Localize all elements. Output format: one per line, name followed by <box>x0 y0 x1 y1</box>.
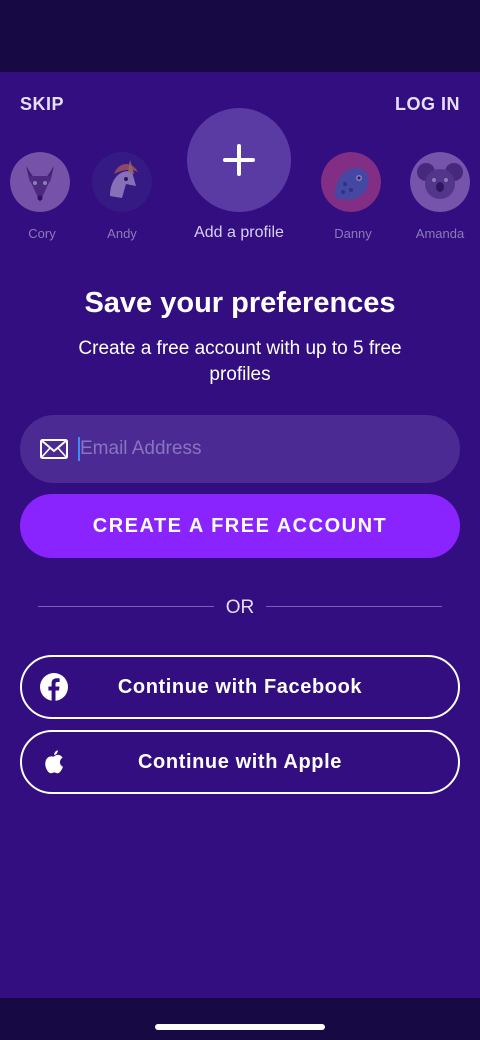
or-divider-label: OR <box>225 597 255 618</box>
facebook-login-button[interactable]: Continue with Facebook <box>20 655 460 719</box>
profile-name-andy: Andy <box>107 226 137 241</box>
apple-login-button[interactable]: Continue with Apple <box>20 730 460 794</box>
apple-login-label: Continue with Apple <box>138 751 342 773</box>
fox-avatar-icon <box>10 152 70 212</box>
facebook-login-label: Continue with Facebook <box>117 676 363 698</box>
mail-icon <box>40 439 68 459</box>
profile-avatar-andy[interactable] <box>92 152 152 212</box>
profile-name-amanda: Amanda <box>415 226 465 241</box>
add-profile-button[interactable] <box>187 108 291 212</box>
profile-name-cory: Cory <box>28 226 56 241</box>
page-subtitle: Create a free account with up to 5 free … <box>78 338 402 385</box>
status-bar <box>0 0 480 72</box>
koala-avatar-icon <box>410 152 470 212</box>
divider-left <box>38 606 214 607</box>
add-profile-label: Add a profile <box>194 224 284 241</box>
divider-right <box>266 606 442 607</box>
profile-name-danny: Danny <box>334 226 372 241</box>
home-bar-area <box>0 998 480 1040</box>
profile-avatar-danny[interactable] <box>321 152 381 212</box>
dinosaur-avatar-icon <box>321 152 381 212</box>
skip-button[interactable]: SKIP <box>20 94 64 115</box>
page-title: Save your preferences <box>84 287 396 319</box>
unicorn-avatar-icon <box>92 152 152 212</box>
profile-avatar-cory[interactable] <box>10 152 70 212</box>
email-input[interactable] <box>80 435 420 463</box>
create-account-button[interactable]: CREATE A FREE ACCOUNT <box>20 494 460 558</box>
login-button[interactable]: LOG IN <box>395 94 460 115</box>
profile-avatar-amanda[interactable] <box>410 152 470 212</box>
email-field[interactable] <box>20 415 460 483</box>
home-indicator[interactable] <box>155 1024 325 1030</box>
